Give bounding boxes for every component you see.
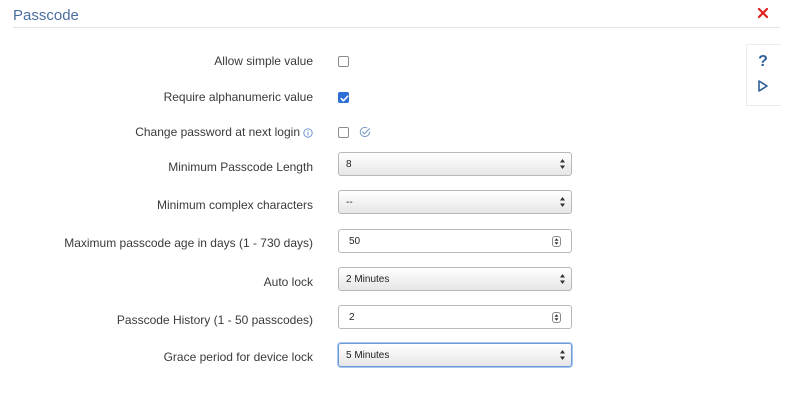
allow-simple-checkbox[interactable] xyxy=(338,56,349,67)
checkmark-icon xyxy=(340,95,349,102)
min-complex-value: -- xyxy=(346,197,353,208)
min-length-label: Minimum Passcode Length xyxy=(168,160,313,174)
history-value: 2 xyxy=(349,312,355,323)
side-toolbar: ? xyxy=(746,44,781,106)
info-icon[interactable] xyxy=(303,128,313,138)
play-icon xyxy=(758,80,768,92)
change-password-checkbox[interactable] xyxy=(338,127,349,138)
max-age-value: 50 xyxy=(349,236,361,247)
auto-lock-value: 2 Minutes xyxy=(346,274,390,285)
select-arrows-icon xyxy=(560,350,565,360)
page-title: Passcode xyxy=(13,7,79,24)
grace-period-select[interactable]: 5 Minutes xyxy=(338,343,572,367)
grace-period-value: 5 Minutes xyxy=(346,350,390,361)
min-length-value: 8 xyxy=(346,159,352,170)
auto-lock-select[interactable]: 2 Minutes xyxy=(338,267,572,291)
stepper-arrows-icon xyxy=(554,314,559,321)
min-complex-label: Minimum complex characters xyxy=(156,198,313,212)
min-complex-select[interactable]: -- xyxy=(338,190,572,214)
auto-lock-label: Auto lock xyxy=(263,275,313,289)
dialog-header: Passcode xyxy=(13,0,780,28)
history-input[interactable]: 2 xyxy=(338,305,572,329)
select-arrows-icon xyxy=(560,197,565,207)
run-button[interactable] xyxy=(756,79,770,93)
close-icon xyxy=(757,7,769,19)
min-length-select[interactable]: 8 xyxy=(338,152,572,176)
allow-simple-label: Allow simple value xyxy=(214,54,313,68)
history-stepper[interactable] xyxy=(552,312,561,323)
check-circle-icon[interactable] xyxy=(359,126,371,138)
require-alphanumeric-label: Require alphanumeric value xyxy=(163,90,313,104)
change-password-label: Change password at next login xyxy=(135,125,300,139)
history-label: Passcode History (1 - 50 passcodes) xyxy=(116,313,313,327)
require-alphanumeric-checkbox[interactable] xyxy=(338,92,349,103)
select-arrows-icon xyxy=(560,159,565,169)
change-password-row: Change password at next login xyxy=(135,125,313,139)
grace-period-label: Grace period for device lock xyxy=(163,350,313,364)
max-age-stepper[interactable] xyxy=(552,236,561,247)
max-age-input[interactable]: 50 xyxy=(338,229,572,253)
help-button[interactable]: ? xyxy=(755,53,771,71)
close-button[interactable] xyxy=(756,6,770,20)
max-age-label: Maximum passcode age in days (1 - 730 da… xyxy=(64,236,313,250)
stepper-arrows-icon xyxy=(554,238,559,245)
select-arrows-icon xyxy=(560,274,565,284)
